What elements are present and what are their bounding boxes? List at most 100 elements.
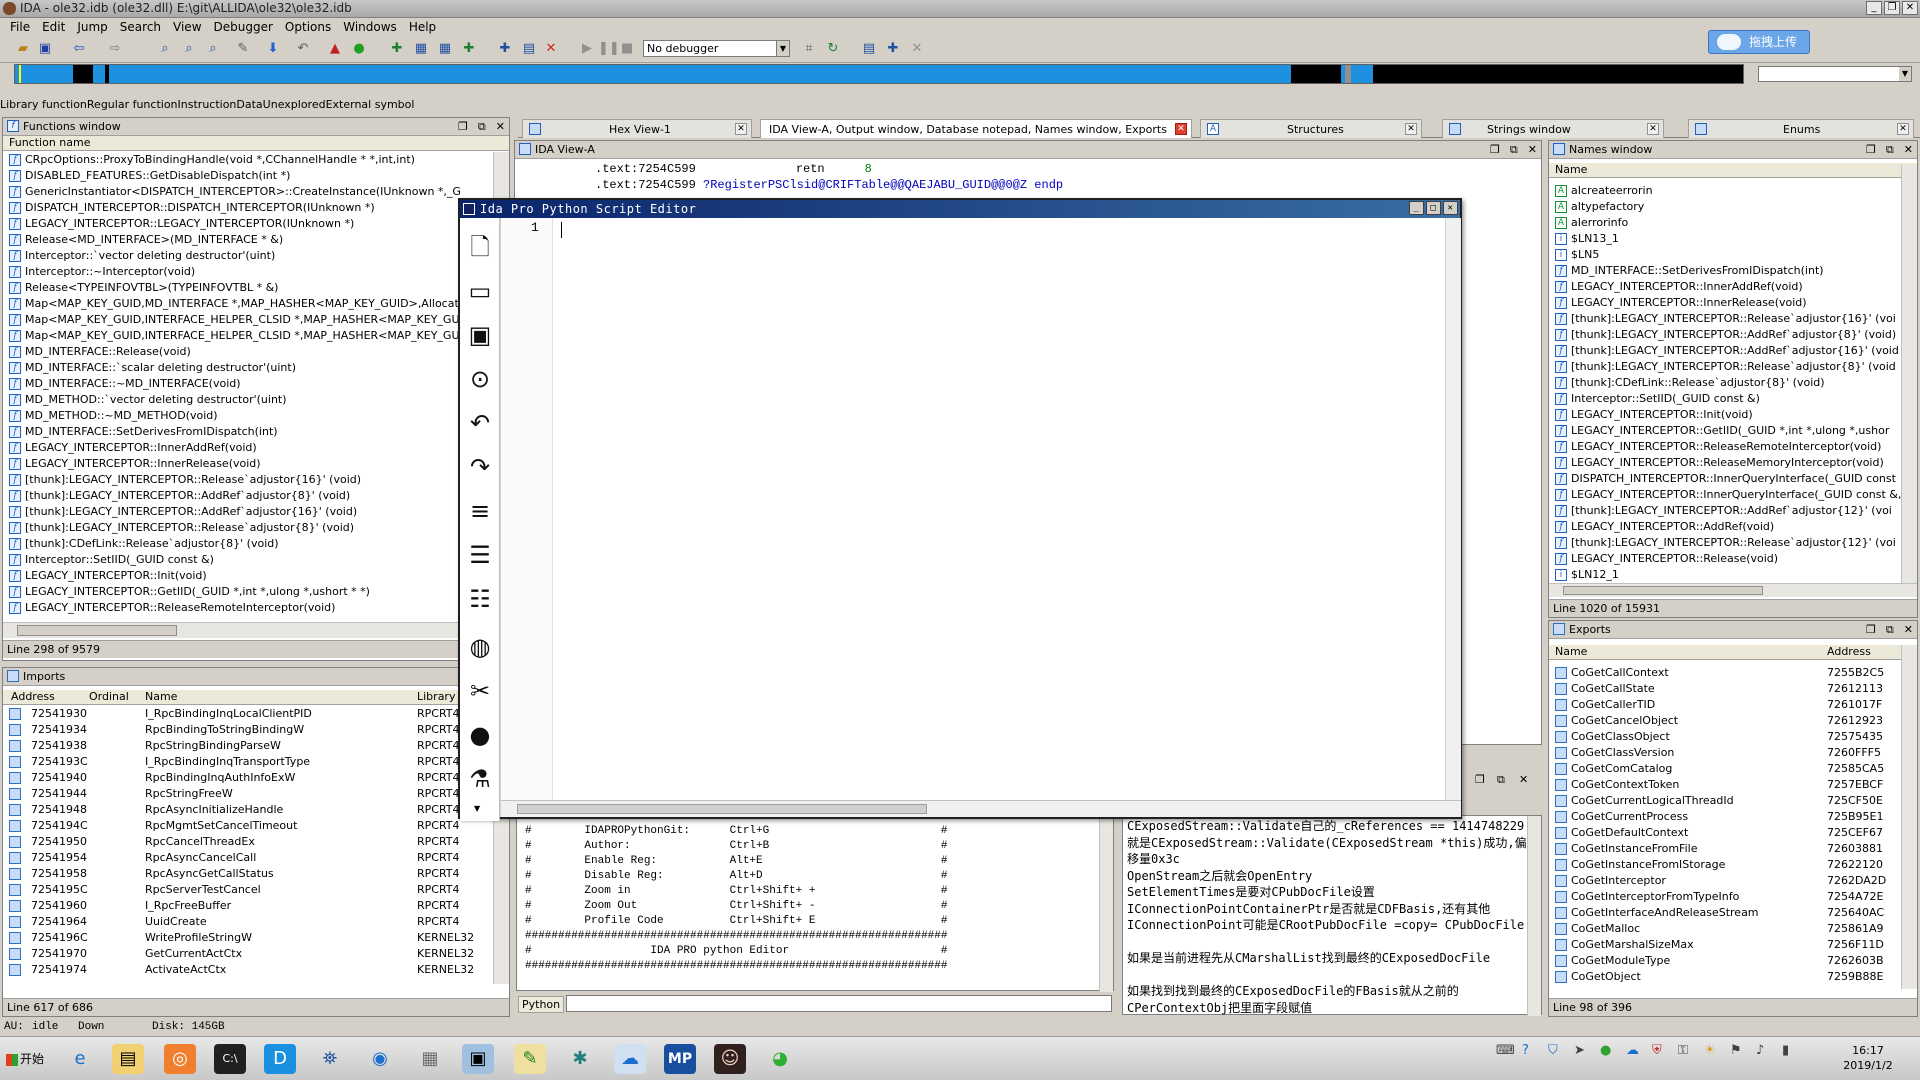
list-item[interactable]: f [thunk]:CDefLink::Release`adjustor{8}' …	[3, 536, 493, 552]
list-item[interactable]: f LEGACY_INTERCEPTOR::InnerAddRef(void)	[1549, 279, 1901, 295]
network-icon[interactable]: ⛯	[314, 1044, 346, 1074]
list-item[interactable]: f [thunk]:LEGACY_INTERCEPTOR::AddRef`adju…	[1549, 327, 1901, 343]
close-icon[interactable]: ✕	[496, 118, 505, 135]
list-item[interactable]: f [thunk]:LEGACY_INTERCEPTOR::Release`adj…	[1549, 311, 1901, 327]
text-search-icon[interactable]: ⌕	[180, 40, 198, 58]
attach-icon[interactable]: ⌗	[800, 40, 818, 58]
list-item[interactable]: f Map<MAP_KEY_GUID,INTERFACE_HELPER_CLSID…	[3, 312, 493, 328]
list-item[interactable]: f MD_INTERFACE::~MD_INTERFACE(void)	[3, 376, 493, 392]
column-header[interactable]: Name	[1549, 163, 1917, 178]
close-icon[interactable]: ✕	[1405, 123, 1417, 135]
weather-icon[interactable]: ☀	[1704, 1043, 1716, 1058]
tab-structures[interactable]: A Structures ✕	[1200, 119, 1422, 138]
menu-view[interactable]: View	[167, 18, 207, 37]
vertical-scrollbar[interactable]	[1099, 816, 1113, 992]
python-command-input[interactable]	[566, 995, 1112, 1012]
globe-icon[interactable]: ◍	[466, 632, 494, 662]
close-icon[interactable]: ✕	[735, 123, 747, 135]
python-label[interactable]: Python	[518, 996, 565, 1013]
refresh-icon[interactable]: ↻	[824, 40, 842, 58]
undo-icon[interactable]: ↶	[294, 40, 312, 58]
horizontal-scrollbar[interactable]	[1549, 583, 1917, 597]
table-row[interactable]: 72541930 I_RpcBindingInqLocalClientPID RPC…	[3, 706, 493, 722]
tab-enums[interactable]: Enums ✕	[1688, 119, 1914, 138]
list-item[interactable]: AaIcreateerrorin	[1549, 183, 1901, 199]
list-item[interactable]: f MD_INTERFACE::SetDerivesFromIDispatch(i…	[3, 424, 493, 440]
table-row[interactable]: 72541954 RpcAsyncCancelCall RPCRT4	[3, 850, 493, 866]
vertical-scrollbar[interactable]	[1445, 218, 1461, 800]
list-item[interactable]: f Interceptor::SetIID(_GUID const &)	[3, 552, 493, 568]
list-item[interactable]: f LEGACY_INTERCEPTOR::AddRef(void)	[1549, 519, 1901, 535]
chrome-icon[interactable]: ◉	[364, 1044, 396, 1074]
table-row[interactable]: CoGetCancelObject 72612923	[1549, 713, 1901, 729]
output-window[interactable]: # IDAPROPythonGit: Ctrl+G # # Author: Ctr…	[516, 815, 1114, 992]
minimize-button[interactable]: _	[1866, 1, 1882, 15]
list-item[interactable]: f LEGACY_INTERCEPTOR::Init(void)	[3, 568, 493, 584]
mp-icon[interactable]: MP	[664, 1044, 696, 1074]
horizontal-scrollbar[interactable]	[501, 800, 1461, 817]
column-address[interactable]: Address	[11, 690, 55, 704]
table-row[interactable]: CoGetInterceptorFromTypeInfo 7254A72E	[1549, 889, 1901, 905]
float-icon[interactable]: ⧉	[1497, 773, 1505, 787]
column-ordinal[interactable]: Ordinal	[89, 690, 129, 704]
table-row[interactable]: CoGetDefaultContext 725CEF67	[1549, 825, 1901, 841]
wechat-icon[interactable]: ◕	[764, 1044, 796, 1074]
photo-icon[interactable]: ☺	[714, 1044, 746, 1074]
list-item[interactable]: f LEGACY_INTERCEPTOR::ReleaseRemoteInterc…	[3, 600, 493, 616]
back-icon[interactable]: ⇦	[70, 40, 88, 58]
table-row[interactable]: CoGetInstanceFromIStorage 72622120	[1549, 857, 1901, 873]
align-icon[interactable]: ≡	[466, 496, 494, 526]
list-item[interactable]: f DISPATCH_INTERCEPTOR::InnerQueryInterfa…	[1549, 471, 1901, 487]
table-row[interactable]: CoGetCallState 72612113	[1549, 681, 1901, 697]
close-button[interactable]: ✕	[1443, 201, 1458, 215]
list-item[interactable]: f [thunk]:LEGACY_INTERCEPTOR::AddRef`adju…	[1549, 503, 1901, 519]
list-item[interactable]: f GenericInstantiator<DISPATCH_INTERCEPTO…	[3, 184, 493, 200]
baidu-cloud-icon[interactable]: ☁	[614, 1044, 646, 1074]
list-item[interactable]: f [thunk]:LEGACY_INTERCEPTOR::Release`adj…	[3, 520, 493, 536]
restore-button[interactable]: ❐	[1884, 1, 1900, 15]
vertical-scrollbar[interactable]	[1527, 816, 1541, 1016]
keyboard-icon[interactable]: ⌨	[1496, 1043, 1515, 1058]
list-item[interactable]: i $LN5	[1549, 247, 1901, 263]
open-icon[interactable]: ▰	[14, 40, 32, 58]
list-item[interactable]: i $LN13_1	[1549, 231, 1901, 247]
minimize-button[interactable]: _	[1409, 201, 1424, 215]
enum-icon[interactable]: ▦	[436, 40, 454, 58]
table-row[interactable]: 72541950 RpcCancelThreadEx RPCRT4	[3, 834, 493, 850]
float-icon[interactable]: ⧉	[478, 118, 486, 135]
table-row[interactable]: 72541938 RpcStringBindingParseW RPCRT4	[3, 738, 493, 754]
list-item[interactable]: f MD_INTERFACE::SetDerivesFromIDispatch(i…	[1549, 263, 1901, 279]
column-address[interactable]: Address	[1827, 645, 1871, 659]
table-row[interactable]: CoGetObject 7259B88E	[1549, 969, 1901, 985]
menu-help[interactable]: Help	[403, 18, 442, 37]
list-item[interactable]: f LEGACY_INTERCEPTOR::InnerRelease(void)	[1549, 295, 1901, 311]
hook-icon[interactable]: ✚	[496, 40, 514, 58]
close-icon[interactable]: ✕	[1519, 773, 1528, 786]
patch-icon[interactable]: ✎	[234, 40, 252, 58]
list-item[interactable]: f [thunk]:CDefLink::Release`adjustor{8}' …	[1549, 375, 1901, 391]
pause-icon[interactable]: ❚❚	[598, 40, 620, 58]
list-item[interactable]: f LEGACY_INTERCEPTOR::LEGACY_INTERCEPTOR(…	[3, 216, 493, 232]
volume-icon[interactable]: ♪	[1756, 1043, 1764, 1058]
code-editor[interactable]: 1	[501, 218, 1461, 800]
table-row[interactable]: CoGetMarshalSizeMax 7256F11D	[1549, 937, 1901, 953]
table-row[interactable]: CoGetContextToken 7257EBCF	[1549, 777, 1901, 793]
list-item[interactable]: f [thunk]:LEGACY_INTERCEPTOR::AddRef`adju…	[1549, 343, 1901, 359]
menu-edit[interactable]: Edit	[36, 18, 71, 37]
list-icon[interactable]: ☰	[466, 540, 494, 570]
new-file-icon[interactable]: 🗋	[466, 232, 494, 262]
float-icon[interactable]: ⧉	[1886, 141, 1894, 158]
struct-icon[interactable]: ▦	[412, 40, 430, 58]
list-item[interactable]: f LEGACY_INTERCEPTOR::GetIID(_GUID *,int …	[3, 584, 493, 600]
list-item[interactable]: f LEGACY_INTERCEPTOR::Init(void)	[1549, 407, 1901, 423]
start-button[interactable]: 开始	[2, 1045, 46, 1073]
image-icon[interactable]: ▤	[520, 40, 538, 58]
upload-button[interactable]: 拖拽上传	[1708, 30, 1810, 54]
circle-icon[interactable]: ●	[350, 40, 368, 58]
github-icon[interactable]: ●	[466, 720, 494, 750]
chat-icon[interactable]: ●	[1600, 1043, 1611, 1058]
restore-icon[interactable]: ❐	[1866, 621, 1876, 638]
close-icon[interactable]: ✕	[1904, 141, 1913, 158]
menu-windows[interactable]: Windows	[337, 18, 403, 37]
play-icon[interactable]: ▶	[578, 40, 596, 58]
